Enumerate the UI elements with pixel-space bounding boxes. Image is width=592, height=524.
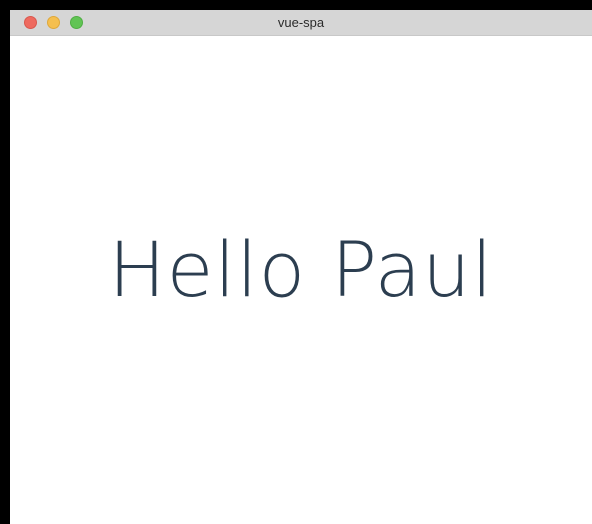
window-title: vue-spa [277,15,325,30]
app-window: vue-spa Hello Paul [0,0,592,524]
page-content: Hello Paul [10,36,592,524]
greeting-heading: Hello Paul [108,225,494,314]
window-titlebar[interactable]: vue-spa [10,10,592,36]
